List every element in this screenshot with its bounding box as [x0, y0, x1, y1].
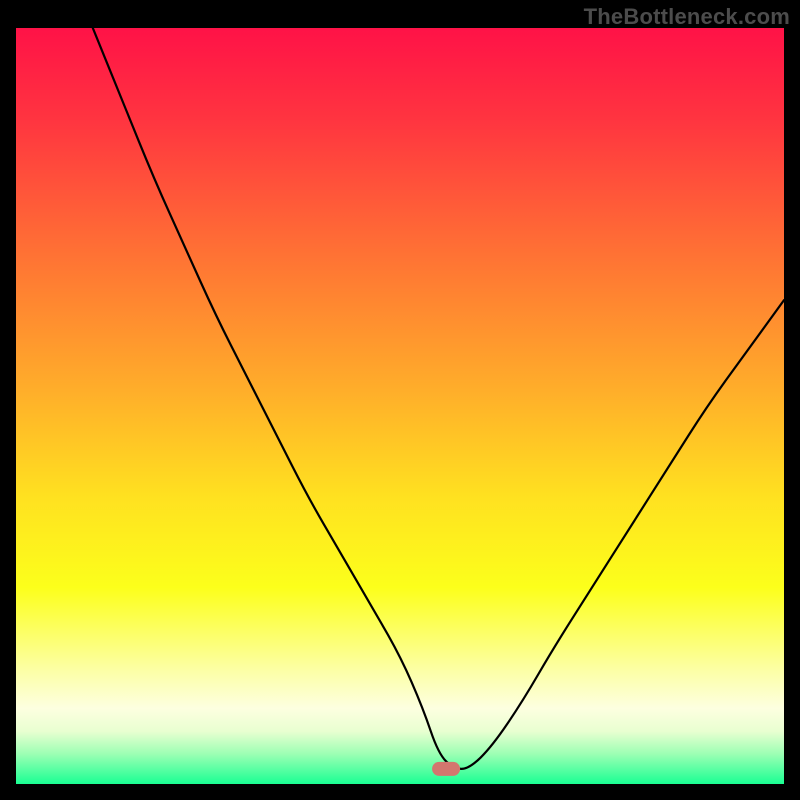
- chart-svg: [16, 28, 784, 784]
- optimal-marker: [432, 762, 460, 776]
- chart-frame: TheBottleneck.com: [0, 0, 800, 800]
- gradient-background: [16, 28, 784, 784]
- watermark-text: TheBottleneck.com: [584, 4, 790, 30]
- plot-border: [16, 28, 784, 784]
- plot-area: [16, 28, 784, 784]
